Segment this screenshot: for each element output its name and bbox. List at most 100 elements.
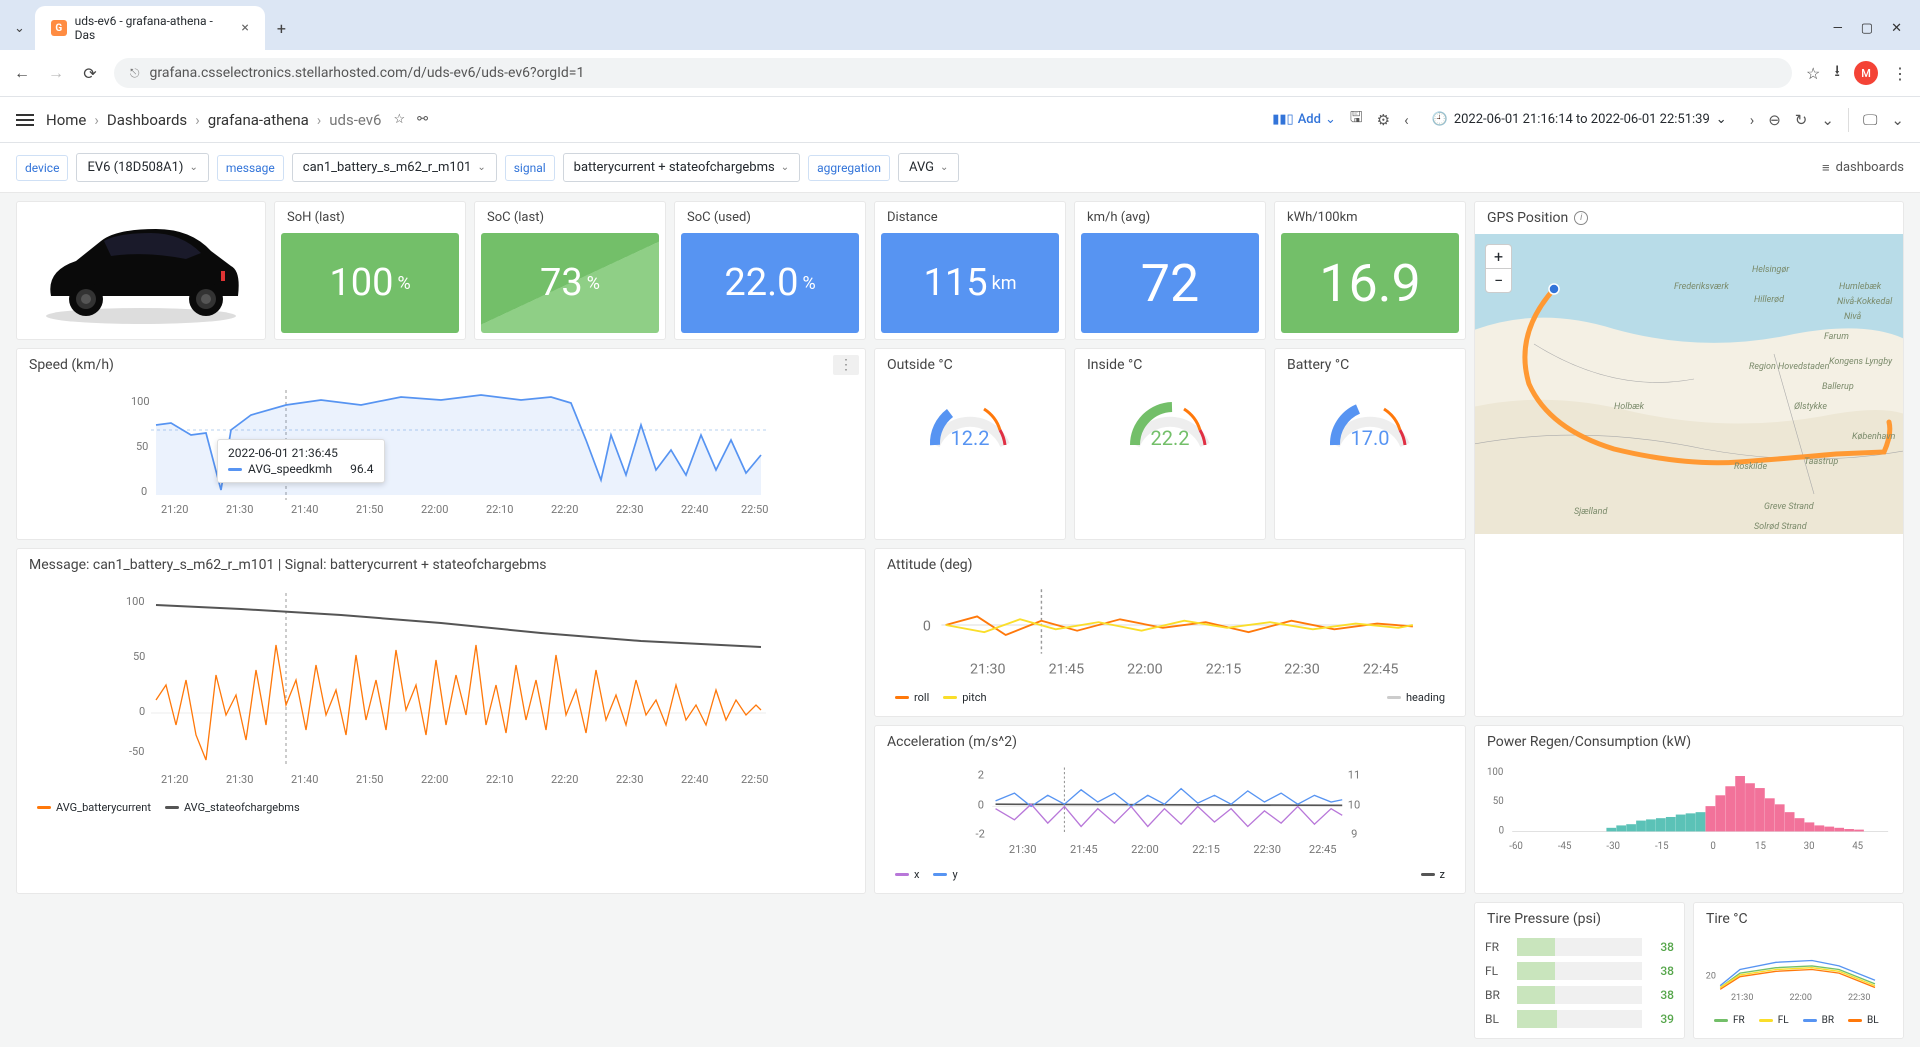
svg-text:22:45: 22:45	[1309, 843, 1337, 856]
breadcrumb-current: uds-ev6	[329, 111, 381, 129]
download-icon[interactable]: ⭳	[1834, 60, 1840, 87]
battery-temp-panel: Battery °C 17.0	[1274, 348, 1466, 540]
bar-chart-icon: ▮▮▯	[1272, 112, 1293, 127]
var-message-select[interactable]: can1_battery_s_m62_r_m101⌄	[292, 153, 497, 182]
breadcrumb-home[interactable]: Home	[46, 111, 86, 129]
svg-text:21:50: 21:50	[356, 773, 383, 786]
tab-dropdown-icon[interactable]: ⌄	[8, 21, 31, 36]
tire-pressure-row: FL38	[1475, 959, 1684, 983]
map-zoom-in[interactable]: +	[1486, 245, 1511, 269]
browser-tab[interactable]: G uds-ev6 - grafana-athena - Das ×	[35, 6, 265, 50]
chevron-down-icon[interactable]: ⌄	[1891, 111, 1904, 129]
dashboards-link[interactable]: ≡ dashboards	[1822, 160, 1904, 176]
panel-menu-icon[interactable]: ⋮	[833, 355, 859, 375]
svg-text:45: 45	[1852, 841, 1863, 852]
svg-text:22:15: 22:15	[1192, 843, 1220, 856]
var-signal-select[interactable]: batterycurrent + stateofchargebms⌄	[563, 153, 800, 182]
tire-pressure-panel: Tire Pressure (psi) FR38FL38BR38BL39	[1474, 902, 1685, 1039]
star-icon[interactable]: ☆	[1806, 64, 1820, 83]
var-device-select[interactable]: EV6 (18D508A1)⌄	[76, 153, 208, 182]
maximize-icon[interactable]: ▢	[1861, 21, 1873, 36]
browser-menu-icon[interactable]: ⋮	[1892, 64, 1908, 83]
svg-text:22:30: 22:30	[1848, 993, 1870, 1003]
svg-text:-45: -45	[1558, 841, 1572, 852]
map-zoom-out[interactable]: −	[1486, 269, 1511, 292]
refresh-icon[interactable]: ↻	[1795, 111, 1808, 129]
forward-button[interactable]: →	[46, 63, 66, 83]
time-prev-icon[interactable]: ‹	[1404, 111, 1409, 129]
url-text: grafana.csselectronics.stellarhosted.com…	[150, 65, 585, 81]
chevron-right-icon: ›	[195, 111, 200, 129]
breadcrumb-folder[interactable]: grafana-athena	[208, 111, 309, 129]
time-next-icon[interactable]: ›	[1750, 111, 1755, 129]
list-icon: ≡	[1822, 160, 1830, 176]
window-controls: — ▢ ✕	[1823, 21, 1912, 36]
site-info-icon[interactable]: ⎋	[130, 66, 140, 81]
svg-text:30: 30	[1804, 841, 1815, 852]
chevron-down-icon: ⌄	[940, 162, 948, 173]
chevron-right-icon: ›	[94, 111, 99, 129]
breadcrumb-dashboards[interactable]: Dashboards	[107, 111, 187, 129]
share-icon[interactable]: ⚯	[417, 112, 428, 127]
add-button[interactable]: ▮▮▯ Add ⌄	[1272, 112, 1336, 127]
gauge-icon: 12.2	[920, 385, 1020, 455]
inside-temp-panel: Inside °C 22.2	[1074, 348, 1266, 540]
profile-avatar[interactable]: M	[1854, 61, 1878, 85]
breadcrumb: Home › Dashboards › grafana-athena › uds…	[46, 111, 381, 129]
svg-text:-60: -60	[1509, 841, 1523, 852]
speed-chart: 100 50 0 21:2021:3021:40 21:5022:0022:10…	[27, 385, 855, 525]
var-aggregation-select[interactable]: AVG⌄	[898, 153, 959, 182]
acceleration-panel: Acceleration (m/s^2) 2 0 -2 11 10 9 21:3…	[874, 725, 1466, 894]
svg-text:0: 0	[1499, 825, 1504, 836]
svg-text:Ballerup: Ballerup	[1822, 382, 1854, 392]
svg-text:-15: -15	[1655, 841, 1669, 852]
svg-text:100: 100	[131, 395, 150, 408]
svg-text:12.2: 12.2	[951, 426, 990, 450]
svg-text:Helsingør: Helsingør	[1752, 265, 1790, 275]
time-picker[interactable]: 🕘 2022-06-01 21:16:14 to 2022-06-01 22:5…	[1423, 107, 1736, 132]
svg-text:21:30: 21:30	[226, 503, 253, 516]
chevron-right-icon: ›	[317, 111, 322, 129]
svg-text:21:45: 21:45	[1070, 843, 1098, 856]
svg-text:-2: -2	[976, 828, 985, 841]
stat-soh: SoH (last) 100%	[274, 201, 466, 340]
new-tab-button[interactable]: +	[269, 15, 294, 42]
svg-text:22:00: 22:00	[421, 773, 448, 786]
message-signal-chart: 100 50 0 -50 21:2021:3021:40 21:5022:002…	[27, 585, 855, 795]
zoom-out-icon[interactable]: ⊖	[1768, 111, 1781, 129]
svg-text:0: 0	[141, 485, 147, 498]
header-actions: ▮▮▯ Add ⌄ 🖫 ⚙ ‹ 🕘 2022-06-01 21:16:14 to…	[1272, 107, 1904, 132]
speed-panel[interactable]: Speed (km/h) ⋮ 100 50 0 21:2021:3021:40 …	[16, 348, 866, 540]
map-body[interactable]: + − Sjælland Region Hovedstaden He	[1475, 234, 1903, 534]
svg-text:22:40: 22:40	[681, 773, 708, 786]
svg-text:-50: -50	[129, 745, 144, 758]
chevron-down-icon: ⌄	[477, 162, 485, 173]
svg-text:Hillerød: Hillerød	[1754, 295, 1785, 305]
svg-text:Taastrup: Taastrup	[1804, 457, 1838, 467]
save-icon[interactable]: 🖫	[1350, 107, 1363, 132]
chevron-down-icon[interactable]: ⌄	[1821, 111, 1834, 129]
reload-button[interactable]: ⟳	[80, 64, 100, 83]
svg-text:København: København	[1852, 432, 1895, 442]
svg-text:21:40: 21:40	[291, 503, 318, 516]
close-tab-icon[interactable]: ×	[241, 20, 248, 36]
separator	[1848, 108, 1849, 132]
url-bar[interactable]: ⎋ grafana.csselectronics.stellarhosted.c…	[114, 58, 1792, 88]
variable-row: device EV6 (18D508A1)⌄ message can1_batt…	[0, 143, 1920, 193]
hamburger-icon[interactable]	[16, 114, 34, 126]
back-button[interactable]: ←	[12, 63, 32, 83]
minimize-icon[interactable]: —	[1833, 21, 1843, 36]
svg-text:22:30: 22:30	[616, 503, 643, 516]
svg-text:21:30: 21:30	[1009, 843, 1037, 856]
info-icon[interactable]: i	[1574, 211, 1588, 225]
monitor-icon[interactable]: 🖵	[1863, 111, 1877, 129]
map-zoom-controls: + −	[1485, 244, 1512, 293]
svg-text:0: 0	[978, 799, 984, 812]
svg-text:20: 20	[1706, 972, 1716, 982]
svg-text:Nivå: Nivå	[1844, 311, 1862, 322]
stat-soc: SoC (last) 73%	[474, 201, 666, 340]
svg-text:22:50: 22:50	[741, 503, 768, 516]
star-dashboard-icon[interactable]: ☆	[393, 112, 405, 127]
close-window-icon[interactable]: ✕	[1891, 21, 1902, 36]
gear-icon[interactable]: ⚙	[1377, 111, 1390, 129]
